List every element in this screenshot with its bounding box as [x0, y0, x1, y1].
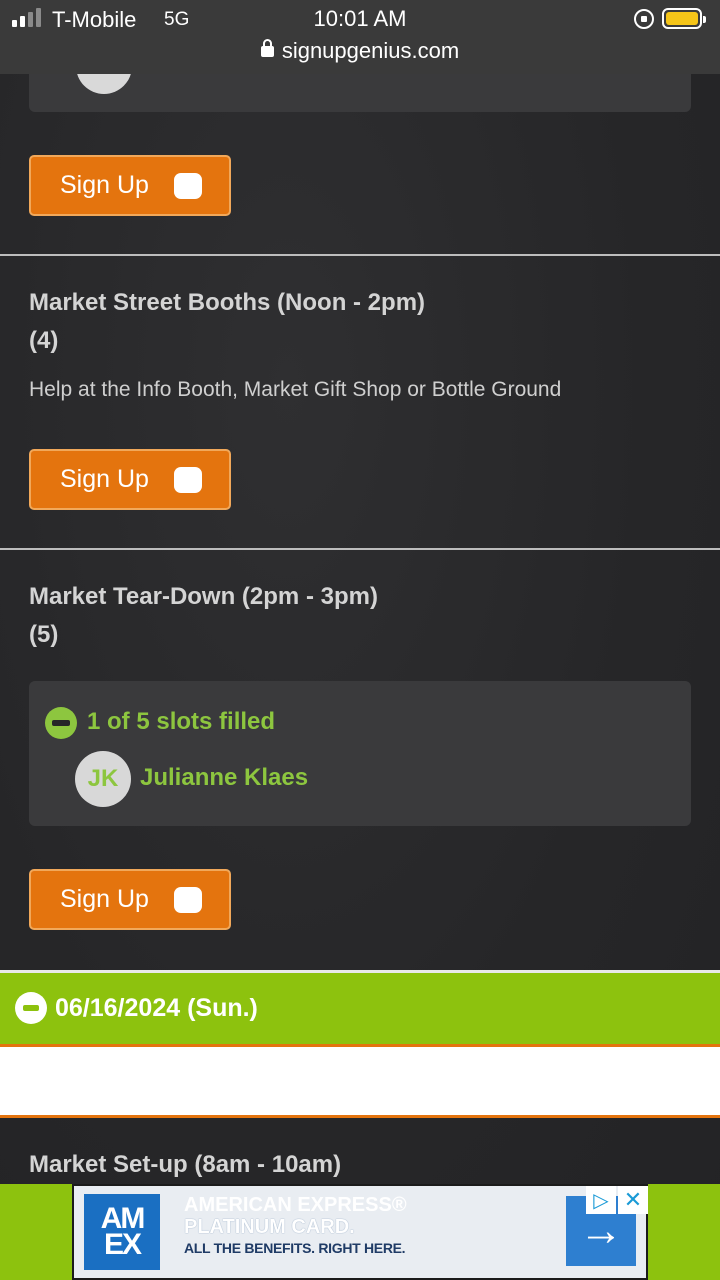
sign-up-label: Sign Up [60, 465, 149, 493]
sign-up-button[interactable]: Sign Up [29, 155, 231, 216]
address-bar[interactable]: signupgenius.com [0, 38, 720, 64]
lock-icon [260, 39, 274, 57]
clock: 10:01 AM [313, 6, 407, 31]
sign-up-checkbox[interactable] [174, 467, 202, 493]
collapse-icon[interactable] [15, 992, 47, 1024]
date-label: 06/16/2024 (Sun.) [55, 994, 258, 1022]
ad-subline: ALL THE BENEFITS. RIGHT HERE. [184, 1240, 406, 1256]
avatar: JK [75, 751, 131, 807]
slot-title: Market Street Booths (Noon - 2pm) [29, 289, 426, 316]
ad-headline: AMERICAN EXPRESS® [184, 1194, 407, 1216]
logo-text: EX [103, 1228, 142, 1261]
slot-title: Market Set-up (8am - 10am) [29, 1151, 342, 1178]
sign-up-label: Sign Up [60, 885, 149, 913]
divider [0, 548, 720, 550]
collapse-icon[interactable] [45, 707, 77, 739]
url-text: signupgenius.com [281, 38, 460, 63]
close-icon[interactable]: ✕ [618, 1186, 648, 1214]
ad-banner-container: AM EX AMERICAN EXPRESS® PLATINUM CARD. A… [0, 1184, 720, 1280]
sign-up-button[interactable]: Sign Up [29, 869, 231, 930]
date-header[interactable]: 06/16/2024 (Sun.) [0, 970, 720, 1044]
divider [0, 254, 720, 256]
slot-title: Market Tear-Down (2pm - 3pm) [29, 583, 378, 610]
sign-up-checkbox[interactable] [174, 173, 202, 199]
sign-up-label: Sign Up [60, 171, 149, 199]
amex-logo: AM EX [84, 1194, 160, 1270]
slot-count: (5) [29, 621, 59, 648]
filled-count: 1 of 5 slots filled [87, 708, 276, 735]
sign-up-button[interactable]: Sign Up [29, 449, 231, 510]
ad-choices-icon[interactable]: ▷ [586, 1186, 616, 1214]
ad-banner[interactable]: AM EX AMERICAN EXPRESS® PLATINUM CARD. A… [72, 1184, 648, 1280]
white-band [0, 1044, 720, 1118]
status-bar: T-Mobile 5G 10:01 AM signupgenius.com [0, 0, 720, 74]
page: Sign Up Market Street Booths (Noon - 2pm… [0, 0, 720, 1280]
filled-slots-card [29, 681, 691, 826]
volunteer-name: Julianne Klaes [140, 764, 309, 791]
ad-headline-2: PLATINUM CARD. [184, 1216, 355, 1238]
sign-up-checkbox[interactable] [174, 887, 202, 913]
slot-count: (4) [29, 327, 59, 354]
slot-description: Help at the Info Booth, Market Gift Shop… [29, 378, 562, 401]
orientation-lock-icon [634, 9, 654, 29]
battery-icon [662, 8, 706, 29]
